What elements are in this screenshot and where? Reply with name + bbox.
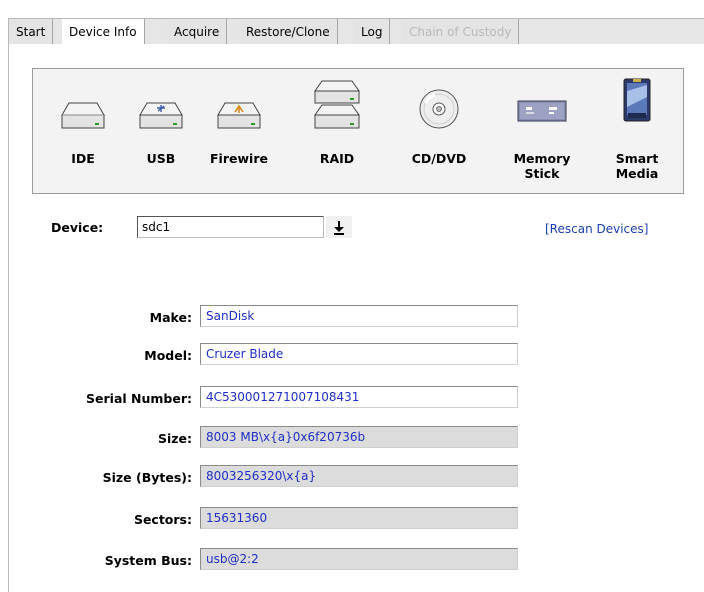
- device-type-usb[interactable]: USB: [121, 69, 201, 195]
- make-label: Make:: [149, 310, 192, 325]
- serial-number-field[interactable]: 4C530001271007108431: [200, 386, 518, 408]
- tab-log[interactable]: Log: [354, 19, 391, 45]
- system-bus-field: usb@2:2: [200, 548, 518, 570]
- rescan-devices-link[interactable]: [Rescan Devices]: [545, 222, 648, 236]
- usb-drive-icon: [139, 102, 183, 129]
- tab-bar: Start Device Info Acquire Restore/Clone …: [8, 18, 704, 46]
- device-type-label: RAID: [319, 151, 355, 166]
- smart-media-icon: [623, 78, 651, 122]
- device-type-label: Smart Media: [615, 151, 659, 181]
- device-type-firewire[interactable]: Firewire: [199, 69, 279, 195]
- model-label: Model:: [144, 348, 192, 363]
- size-field: 8003 MB\x{a}0x6f20736b: [200, 426, 518, 448]
- device-type-label: Firewire: [210, 151, 268, 166]
- system-bus-label: System Bus:: [104, 553, 192, 568]
- model-field[interactable]: Cruzer Blade: [200, 343, 518, 365]
- tab-acquire[interactable]: Acquire: [167, 19, 228, 45]
- sectors-field: 15631360: [200, 507, 518, 529]
- device-type-box: IDE USB Firewire RAID CD/DVD Memory Stic…: [32, 68, 684, 194]
- device-type-smart-media[interactable]: Smart Media: [597, 69, 677, 195]
- tab-restore-clone[interactable]: Restore/Clone: [239, 19, 338, 45]
- make-field[interactable]: SanDisk: [200, 305, 518, 327]
- firewire-drive-icon: [217, 102, 261, 129]
- size-bytes-field: 8003256320\x{a}: [200, 465, 518, 487]
- device-label: Device:: [51, 220, 104, 235]
- tab-device-info[interactable]: Device Info: [62, 19, 145, 46]
- device-type-cd-dvd[interactable]: CD/DVD: [399, 69, 479, 195]
- device-type-label: Memory Stick: [513, 151, 571, 181]
- memory-stick-icon: [517, 100, 567, 122]
- tab-chain-of-custody: Chain of Custody: [402, 19, 520, 45]
- size-bytes-label: Size (Bytes):: [102, 470, 192, 485]
- device-type-raid[interactable]: RAID: [297, 69, 377, 195]
- device-select[interactable]: sdc1: [137, 216, 324, 238]
- device-type-label: IDE: [71, 151, 95, 166]
- device-type-memory-stick[interactable]: Memory Stick: [502, 69, 582, 195]
- device-type-label: CD/DVD: [411, 151, 467, 166]
- tab-start[interactable]: Start: [9, 19, 54, 45]
- serial-number-label: Serial Number:: [86, 391, 192, 406]
- size-label: Size:: [157, 431, 192, 446]
- raid-drives-icon: [314, 80, 360, 129]
- ide-drive-icon: [61, 102, 105, 129]
- sectors-label: Sectors:: [133, 512, 192, 527]
- cd-dvd-icon: [419, 89, 459, 129]
- device-type-ide[interactable]: IDE: [43, 69, 123, 195]
- device-dropdown-button[interactable]: [326, 216, 352, 238]
- arrow-down-icon: [334, 221, 344, 235]
- device-type-label: USB: [146, 151, 176, 166]
